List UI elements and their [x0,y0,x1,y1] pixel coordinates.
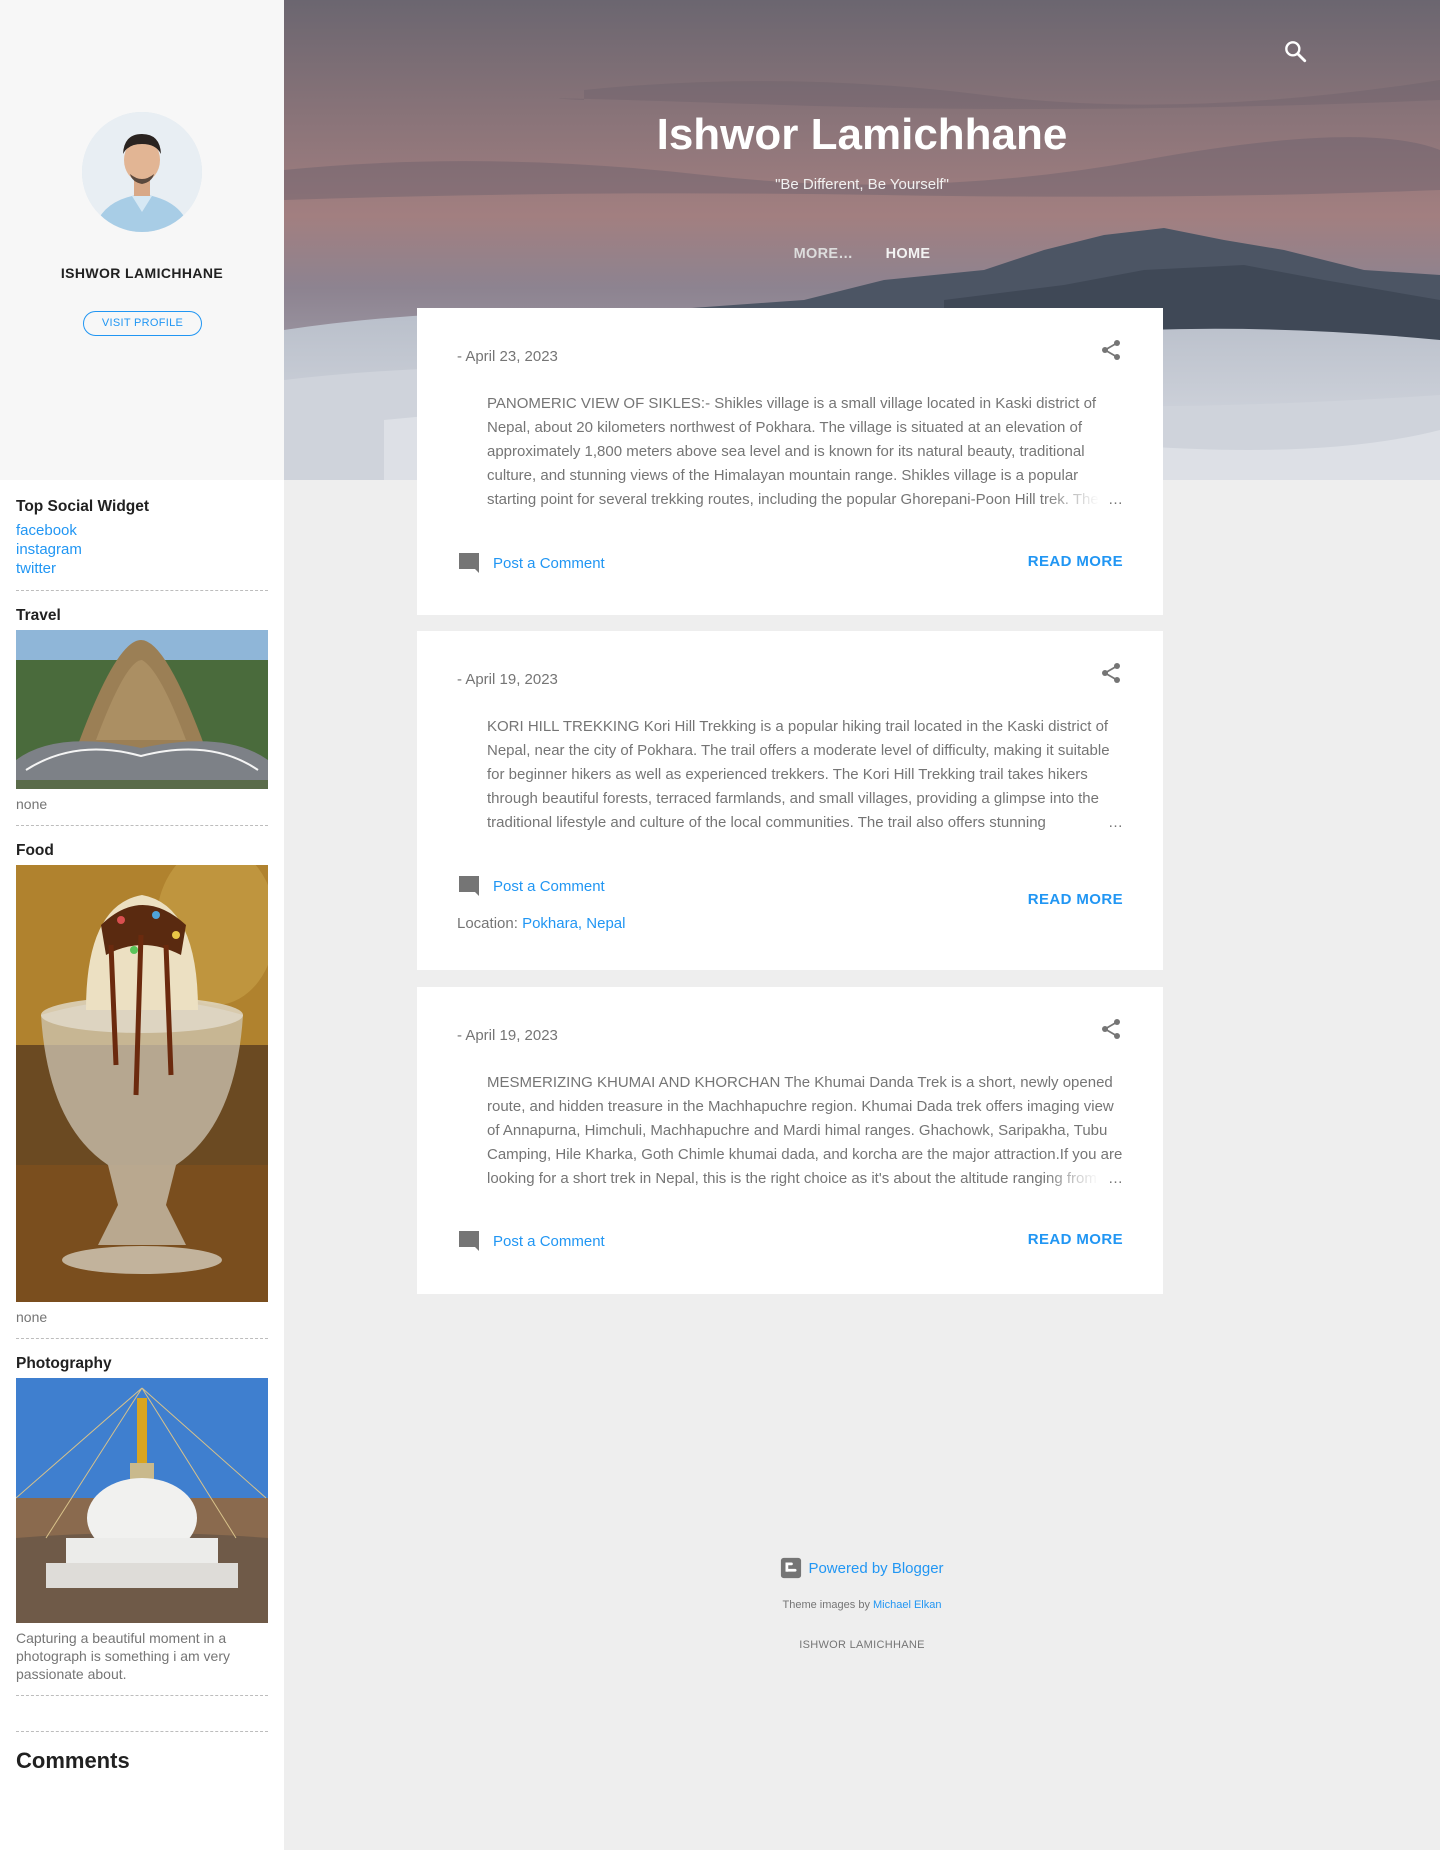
post-card: - April 19, 2023 KORI HILL TREKKING Kori… [417,631,1163,970]
profile-section: ISHWOR LAMICHHANE VISIT PROFILE [0,0,284,480]
avatar-image [82,112,202,232]
travel-widget: Travel none [16,607,268,826]
widget-title: Top Social Widget [16,498,150,515]
snippet-text: MESMERIZING KHUMAI AND KHORCHAN The Khum… [487,1074,1123,1187]
blog-description: "Be Different, Be Yourself" [775,176,949,193]
theme-author-link[interactable]: Michael Elkan [873,1599,941,1611]
post-location: Location: Pokhara, Nepal [457,915,625,932]
sidebar-widgets: Top Social Widget facebook instagram twi… [16,498,268,1774]
comment-label: Post a Comment [493,877,605,895]
facebook-link[interactable]: facebook [16,521,268,540]
powered-label: Powered by Blogger [808,1559,944,1577]
food-widget: Food none [16,842,268,1339]
comment-label: Post a Comment [493,1232,605,1250]
comment-icon [459,876,479,896]
widget-title: Travel [16,607,61,624]
footer-blog-name: ISHWOR LAMICHHANE [799,1639,925,1651]
snippet-ellipsis: … [1106,488,1123,512]
profile-name[interactable]: ISHWOR LAMICHHANE [0,265,284,281]
comment-label: Post a Comment [493,554,605,572]
photography-image[interactable] [16,1378,268,1623]
powered-by-blogger-link[interactable]: Powered by Blogger [284,1556,1440,1580]
comments-title: Comments [16,1748,130,1773]
snippet-ellipsis: … [1106,811,1123,835]
photography-widget: Photography Capturing a beautiful moment… [16,1355,268,1696]
widget-title: Photography [16,1355,112,1372]
location-label: Location: [457,915,518,932]
snippet-text: KORI HILL TREKKING Kori Hill Trekking is… [487,718,1110,831]
blog-title[interactable]: Ishwor Lamichhane [284,110,1440,160]
post-snippet: MESMERIZING KHUMAI AND KHORCHAN The Khum… [487,1071,1123,1191]
widget-title: Food [16,842,54,859]
post-card: - April 19, 2023 MESMERIZING KHUMAI AND … [417,987,1163,1294]
post-comment-link[interactable]: Post a Comment [457,1229,605,1253]
social-widget: Top Social Widget facebook instagram twi… [16,498,268,591]
post-snippet: PANOMERIC VIEW OF SIKLES:- Shikles villa… [487,392,1123,512]
theme-prefix: Theme images by [782,1599,873,1611]
location-link[interactable]: Pokhara, Nepal [522,915,625,932]
twitter-link[interactable]: twitter [16,559,268,578]
avatar[interactable] [82,112,202,232]
snippet-text: PANOMERIC VIEW OF SIKLES:- Shikles villa… [487,395,1099,508]
sidebar: ISHWOR LAMICHHANE VISIT PROFILE Top Soci… [0,0,284,1850]
post-comment-link[interactable]: Post a Comment [457,551,605,575]
widget-caption: none [16,796,48,812]
nav-home[interactable]: HOME [886,246,931,262]
travel-image[interactable] [16,630,268,789]
theme-attribution: Theme images by Michael Elkan [284,1599,1440,1611]
read-more-link[interactable]: READ MORE [1028,1231,1123,1248]
comment-icon [459,1231,479,1251]
blogger-icon [781,1557,802,1579]
food-image[interactable] [16,865,268,1302]
search-icon[interactable] [1282,38,1308,64]
post-snippet: KORI HILL TREKKING Kori Hill Trekking is… [487,715,1123,835]
post-comment-link[interactable]: Post a Comment [457,874,605,898]
post-date[interactable]: - April 23, 2023 [457,348,558,365]
header-nav: MORE… HOME [284,245,1440,263]
share-icon[interactable] [1099,338,1123,362]
share-icon[interactable] [1099,661,1123,685]
post-date[interactable]: - April 19, 2023 [457,671,558,688]
share-icon[interactable] [1099,1017,1123,1041]
read-more-link[interactable]: READ MORE [1028,891,1123,908]
visit-profile-button[interactable]: VISIT PROFILE [83,311,202,336]
comment-icon [459,553,479,573]
snippet-ellipsis: … [1106,1167,1123,1191]
post-date[interactable]: - April 19, 2023 [457,1027,558,1044]
widget-caption: Capturing a beautiful moment in a photog… [16,1630,230,1682]
post-card: - April 23, 2023 PANOMERIC VIEW OF SIKLE… [417,308,1163,615]
empty-widget [16,1712,268,1732]
instagram-link[interactable]: instagram [16,540,268,559]
widget-caption: none [16,1309,48,1325]
nav-more[interactable]: MORE… [794,246,854,262]
read-more-link[interactable]: READ MORE [1028,553,1123,570]
